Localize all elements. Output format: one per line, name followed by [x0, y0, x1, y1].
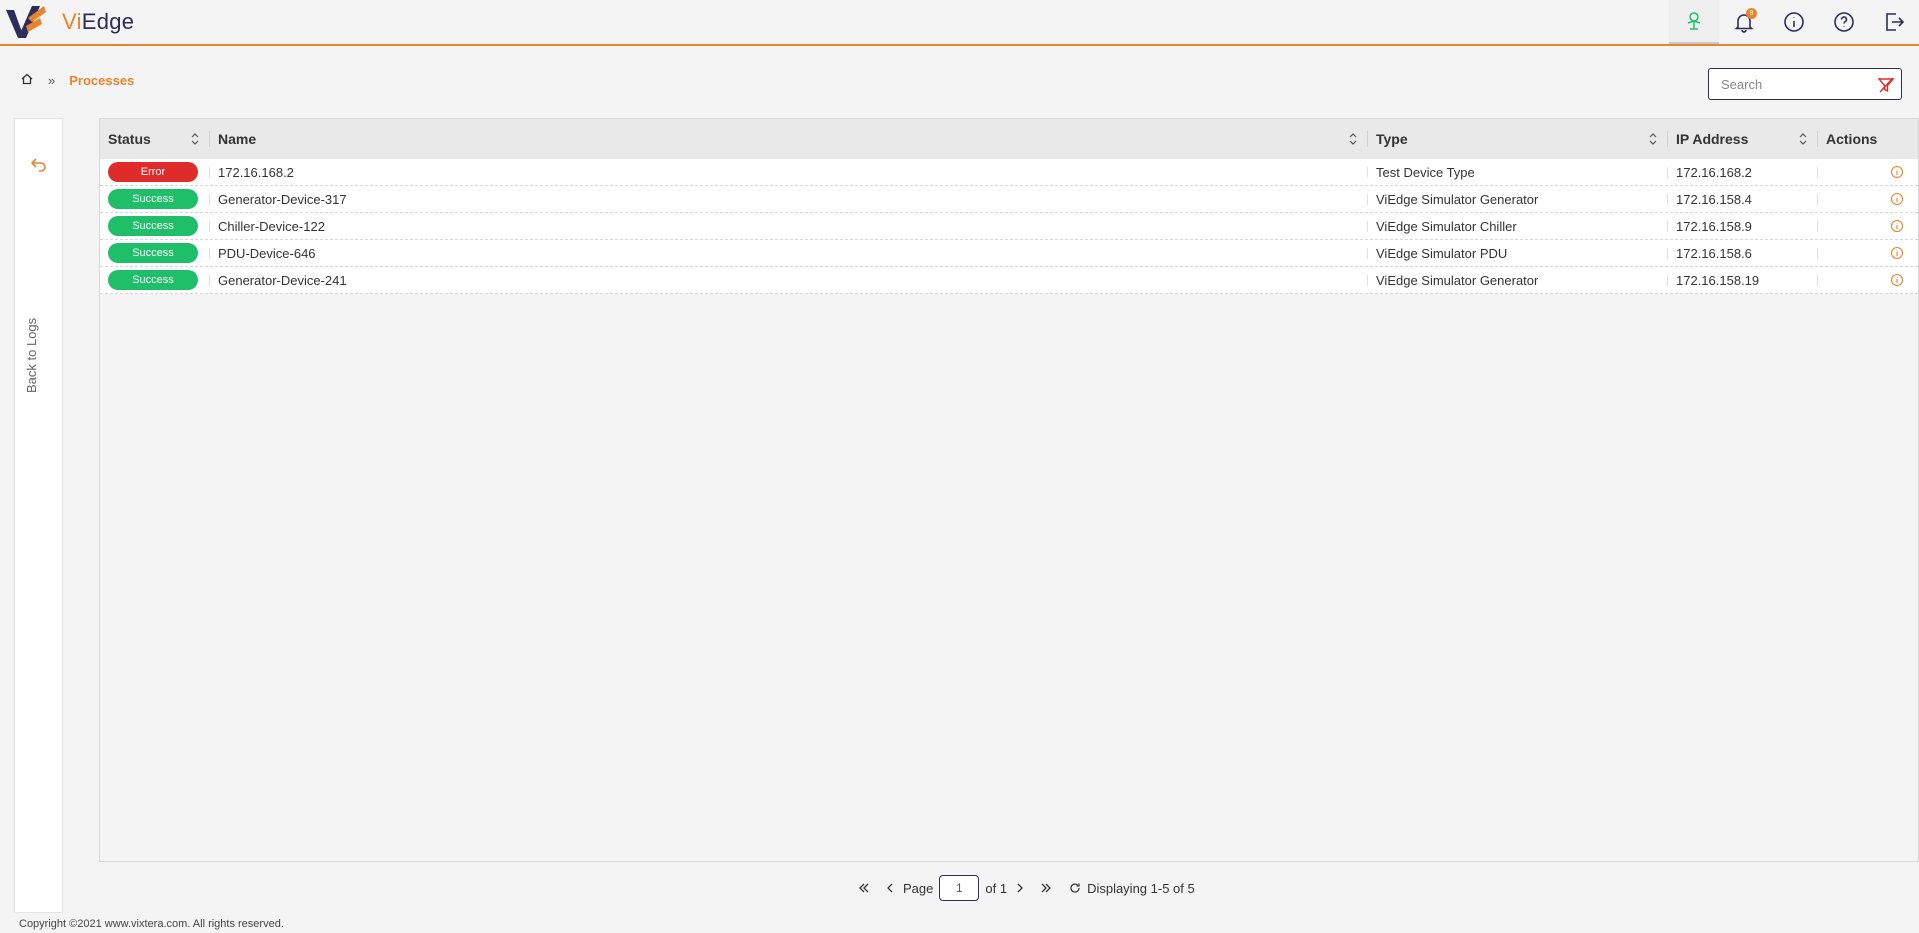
ip-cell: 172.16.158.9	[1668, 213, 1818, 240]
next-page-button[interactable]	[1013, 881, 1027, 895]
ip-cell: 172.16.158.6	[1668, 240, 1818, 267]
status-badge: Success	[108, 270, 198, 290]
page-label: Page	[903, 880, 934, 896]
status-badge: Success	[108, 243, 198, 263]
processes-table: Status Name Type IP Address Actions Erro…	[99, 118, 1919, 862]
name-cell: 172.16.168.2	[210, 159, 1368, 186]
notification-badge: 9	[1746, 8, 1757, 19]
pagination: Page of 1 Displaying 1-5 of 5	[851, 875, 1195, 901]
search-input[interactable]	[1721, 70, 1871, 98]
header-actions: 9	[1669, 0, 1919, 46]
page-total-label: of 1	[985, 880, 1008, 896]
displaying-count: Displaying 1-5 of 5	[1087, 880, 1195, 896]
info-icon	[1784, 12, 1804, 32]
sort-icon[interactable]	[190, 132, 200, 146]
breadcrumb: » Processes	[20, 72, 134, 89]
sort-icon[interactable]	[1648, 132, 1658, 146]
info-icon[interactable]	[1890, 165, 1904, 179]
help-icon	[1834, 12, 1854, 32]
network-button[interactable]	[1669, 0, 1719, 44]
actions-cell	[1818, 159, 1918, 186]
table-row[interactable]: Success PDU-Device-646 ViEdge Simulator …	[100, 240, 1918, 267]
status-cell: Error	[100, 159, 210, 186]
column-header-type-label: Type	[1376, 131, 1408, 147]
column-header-ip[interactable]: IP Address	[1668, 119, 1818, 159]
chevron-left-icon	[887, 883, 893, 893]
table-row[interactable]: Success Generator-Device-241 ViEdge Simu…	[100, 267, 1918, 294]
info-icon[interactable]	[1890, 273, 1904, 287]
last-page-button[interactable]	[1039, 881, 1053, 895]
breadcrumb-separator-icon: »	[48, 73, 56, 88]
actions-cell	[1818, 186, 1918, 213]
back-arrow-icon[interactable]	[30, 155, 48, 173]
page-number-input[interactable]	[939, 875, 980, 901]
column-header-status[interactable]: Status	[100, 119, 210, 159]
status-cell: Success	[100, 186, 210, 213]
home-link[interactable]	[20, 72, 34, 89]
chevron-right-icon	[1017, 883, 1023, 893]
status-cell: Success	[100, 240, 210, 267]
double-chevron-left-icon	[859, 883, 869, 893]
column-header-actions-label: Actions	[1826, 131, 1878, 147]
column-header-actions: Actions	[1818, 119, 1918, 159]
logo-text-edge: Edge	[81, 9, 135, 34]
actions-cell	[1818, 267, 1918, 294]
viedge-logo[interactable]: ViEdge	[6, 4, 134, 40]
type-cell: ViEdge Simulator Chiller	[1368, 213, 1668, 240]
type-cell: ViEdge Simulator PDU	[1368, 240, 1668, 267]
type-cell: Test Device Type	[1368, 159, 1668, 186]
refresh-icon[interactable]	[1069, 882, 1081, 894]
copyright-text: Copyright ©2021 www.vixtera.com. All rig…	[19, 918, 284, 930]
column-header-name[interactable]: Name	[210, 119, 1368, 159]
status-badge: Error	[108, 162, 198, 182]
notifications-button[interactable]: 9	[1719, 0, 1769, 44]
info-icon[interactable]	[1890, 219, 1904, 233]
table-row[interactable]: Success Chiller-Device-122 ViEdge Simula…	[100, 213, 1918, 240]
help-button[interactable]	[1819, 0, 1869, 44]
actions-cell	[1818, 213, 1918, 240]
home-icon	[21, 73, 33, 85]
type-cell: ViEdge Simulator Generator	[1368, 186, 1668, 213]
actions-cell	[1818, 240, 1918, 267]
back-to-logs-link[interactable]: Back to Logs	[24, 318, 39, 393]
first-page-button[interactable]	[857, 881, 871, 895]
column-header-status-label: Status	[108, 131, 151, 147]
network-icon	[1687, 12, 1701, 30]
prev-page-button[interactable]	[883, 881, 897, 895]
breadcrumb-current: Processes	[69, 73, 135, 88]
table-header: Status Name Type IP Address Actions	[100, 119, 1918, 159]
status-cell: Success	[100, 213, 210, 240]
info-button[interactable]	[1769, 0, 1819, 44]
side-panel: Back to Logs	[14, 118, 63, 913]
table-row[interactable]: Error 172.16.168.2 Test Device Type 172.…	[100, 159, 1918, 186]
top-header: ViEdge 9	[0, 0, 1919, 46]
column-header-name-label: Name	[218, 131, 257, 147]
clear-filter-icon[interactable]	[1877, 76, 1895, 94]
column-header-type[interactable]: Type	[1368, 119, 1668, 159]
double-chevron-right-icon	[1041, 883, 1051, 893]
sort-icon[interactable]	[1348, 132, 1358, 146]
logout-icon	[1886, 13, 1905, 31]
viedge-logo-mark	[6, 6, 46, 38]
column-header-ip-label: IP Address	[1676, 131, 1749, 147]
status-cell: Success	[100, 267, 210, 294]
name-cell: Chiller-Device-122	[210, 213, 1368, 240]
sort-icon[interactable]	[1798, 132, 1808, 146]
ip-cell: 172.16.168.2	[1668, 159, 1818, 186]
logout-button[interactable]	[1869, 0, 1919, 44]
type-cell: ViEdge Simulator Generator	[1368, 267, 1668, 294]
name-cell: Generator-Device-241	[210, 267, 1368, 294]
info-icon[interactable]	[1890, 192, 1904, 206]
search-box	[1708, 68, 1902, 100]
table-row[interactable]: Success Generator-Device-317 ViEdge Simu…	[100, 186, 1918, 213]
status-badge: Success	[108, 216, 198, 236]
logo-text-vi: Vi	[62, 9, 82, 34]
ip-cell: 172.16.158.19	[1668, 267, 1818, 294]
status-badge: Success	[108, 189, 198, 209]
viedge-logo-text: ViEdge	[62, 9, 134, 35]
info-icon[interactable]	[1890, 246, 1904, 260]
ip-cell: 172.16.158.4	[1668, 186, 1818, 213]
name-cell: PDU-Device-646	[210, 240, 1368, 267]
name-cell: Generator-Device-317	[210, 186, 1368, 213]
